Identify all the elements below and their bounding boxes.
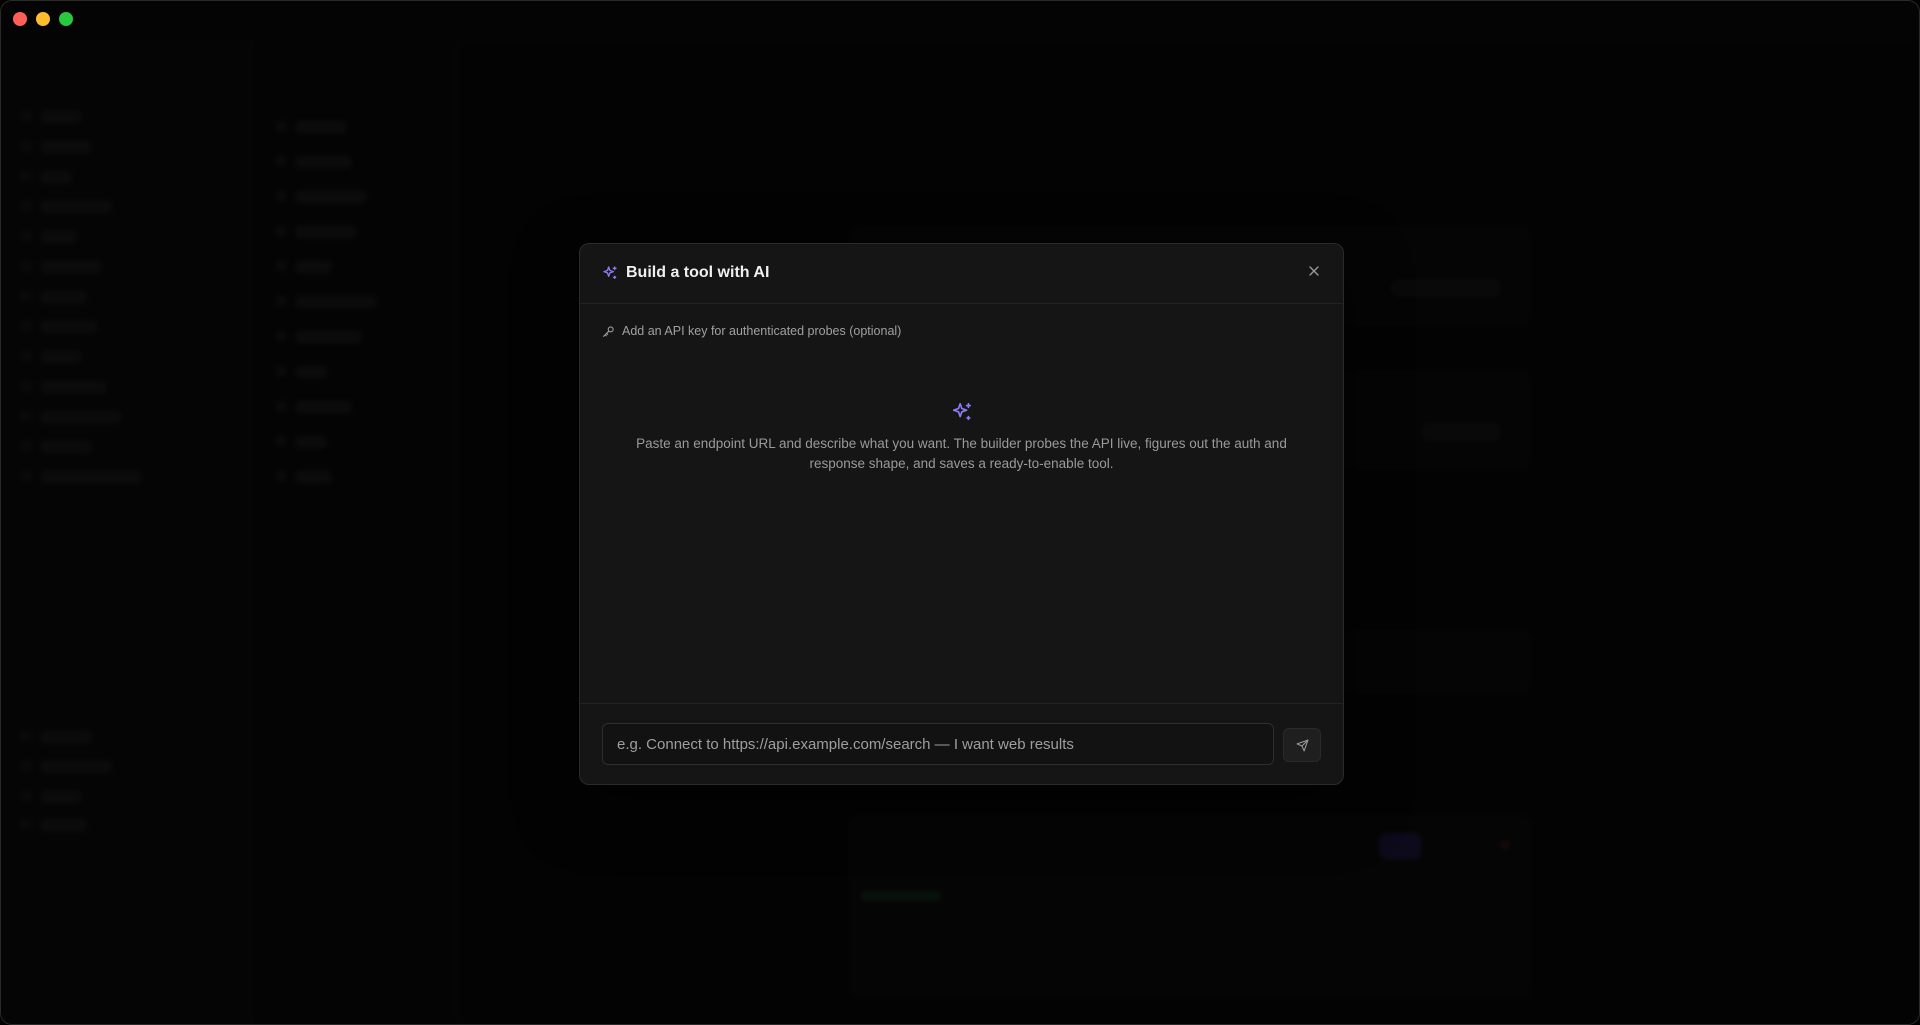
empty-state-description: Paste an endpoint URL and describe what … (636, 436, 1287, 471)
add-api-key-link[interactable]: Add an API key for authenticated probes … (602, 324, 901, 338)
send-icon (1296, 739, 1308, 751)
dialog-footer (580, 703, 1343, 784)
window-controls (13, 12, 73, 26)
minimize-window-button[interactable] (36, 12, 50, 26)
dialog-header: Build a tool with AI (580, 244, 1343, 304)
sparkles-icon (603, 266, 617, 279)
build-tool-dialog: Build a tool with AI Add an API key for … (579, 243, 1344, 785)
maximize-window-button[interactable] (59, 12, 73, 26)
close-icon (1309, 266, 1319, 276)
prompt-input[interactable] (602, 723, 1274, 765)
close-window-button[interactable] (13, 12, 27, 26)
close-button[interactable] (1305, 262, 1323, 280)
send-button[interactable] (1283, 728, 1321, 762)
key-icon (603, 325, 614, 337)
dialog-title: Build a tool with AI (626, 264, 770, 281)
app-window: Build a tool with AI Add an API key for … (0, 0, 1920, 1025)
sparkles-icon (952, 402, 972, 421)
add-api-key-label: Add an API key for authenticated probes … (622, 324, 902, 338)
